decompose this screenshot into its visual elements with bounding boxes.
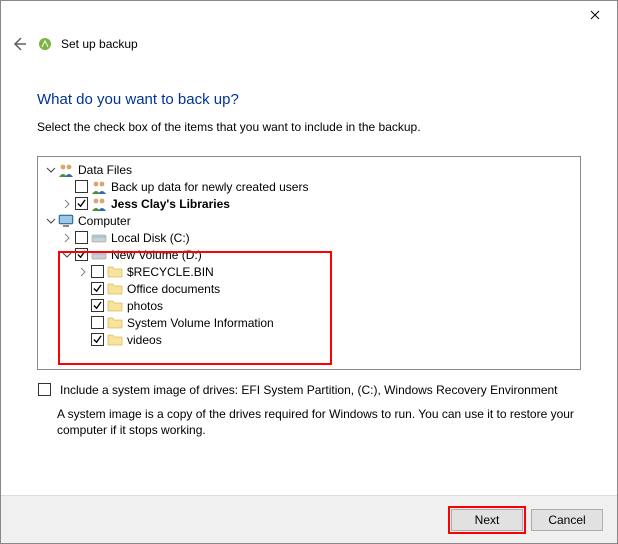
tree-node-new-volume-d[interactable]: New Volume (D:): [38, 246, 580, 263]
checkbox-new-d[interactable]: [75, 248, 88, 261]
tree-node-local-c[interactable]: Local Disk (C:): [38, 229, 580, 246]
tree-node-photos[interactable]: photos: [38, 297, 580, 314]
chevron-down-icon: [46, 216, 56, 226]
chevron-right-icon: [78, 267, 88, 277]
next-button[interactable]: Next: [451, 509, 523, 531]
checkbox-recycle[interactable]: [91, 265, 104, 278]
back-button[interactable]: [9, 34, 29, 54]
expander-recycle[interactable]: [76, 265, 90, 279]
expander-data-files[interactable]: [44, 163, 58, 177]
folder-icon: [107, 264, 123, 280]
expander-local-c[interactable]: [60, 231, 74, 245]
close-button[interactable]: [572, 1, 617, 29]
tree-node-data-files[interactable]: Data Files: [38, 161, 580, 178]
tree-label: Local Disk (C:): [111, 231, 190, 245]
folder-icon: [107, 315, 123, 331]
tree-label: Back up data for newly created users: [111, 180, 308, 194]
checkbox-local-c[interactable]: [75, 231, 88, 244]
tree-label: System Volume Information: [127, 316, 274, 330]
content-area: What do you want to back up? Select the …: [1, 59, 617, 439]
close-icon: [590, 10, 600, 20]
chevron-right-icon: [62, 199, 72, 209]
page-heading: What do you want to back up?: [37, 91, 581, 108]
backup-tree[interactable]: Data Files Back up data for newly create…: [37, 156, 581, 370]
tree-label: Computer: [78, 214, 131, 228]
checkbox-photos[interactable]: [91, 299, 104, 312]
tree-label: videos: [127, 333, 162, 347]
system-image-label: Include a system image of drives: EFI Sy…: [60, 382, 558, 398]
people-icon: [58, 162, 74, 178]
expander-new-d[interactable]: [60, 248, 74, 262]
tree-label: Jess Clay's Libraries: [111, 197, 230, 211]
people-icon: [91, 179, 107, 195]
tree-label: Data Files: [78, 163, 132, 177]
drive-icon: [91, 247, 107, 263]
button-bar: Next Cancel: [1, 495, 617, 543]
checkbox-svi[interactable]: [91, 316, 104, 329]
tree-node-computer[interactable]: Computer: [38, 212, 580, 229]
people-icon: [91, 196, 107, 212]
expander-libraries[interactable]: [60, 197, 74, 211]
wizard-title: Set up backup: [61, 37, 138, 51]
wizard-icon: [37, 36, 53, 52]
folder-icon: [107, 281, 123, 297]
system-image-row: Include a system image of drives: EFI Sy…: [37, 382, 581, 398]
tree-node-svi[interactable]: System Volume Information: [38, 314, 580, 331]
checkbox-system-image[interactable]: [38, 383, 51, 396]
chevron-down-icon: [62, 250, 72, 260]
tree-node-videos[interactable]: videos: [38, 331, 580, 348]
system-image-description: A system image is a copy of the drives r…: [57, 406, 581, 438]
chevron-down-icon: [46, 165, 56, 175]
page-subtext: Select the check box of the items that y…: [37, 120, 581, 134]
back-arrow-icon: [11, 36, 27, 52]
wizard-header: Set up backup: [1, 29, 617, 59]
expander-computer[interactable]: [44, 214, 58, 228]
tree-label: Office documents: [127, 282, 220, 296]
drive-icon: [91, 230, 107, 246]
checkbox-videos[interactable]: [91, 333, 104, 346]
tree-node-new-users[interactable]: Back up data for newly created users: [38, 178, 580, 195]
checkbox-office[interactable]: [91, 282, 104, 295]
checkbox-new-users[interactable]: [75, 180, 88, 193]
tree-node-recycle[interactable]: $RECYCLE.BIN: [38, 263, 580, 280]
tree-label: $RECYCLE.BIN: [127, 265, 214, 279]
titlebar: [1, 1, 617, 29]
checkbox-libraries[interactable]: [75, 197, 88, 210]
chevron-right-icon: [62, 233, 72, 243]
tree-node-office[interactable]: Office documents: [38, 280, 580, 297]
tree-label: New Volume (D:): [111, 248, 202, 262]
folder-icon: [107, 298, 123, 314]
tree-node-libraries[interactable]: Jess Clay's Libraries: [38, 195, 580, 212]
folder-icon: [107, 332, 123, 348]
computer-icon: [58, 213, 74, 229]
cancel-button[interactable]: Cancel: [531, 509, 603, 531]
tree-label: photos: [127, 299, 163, 313]
